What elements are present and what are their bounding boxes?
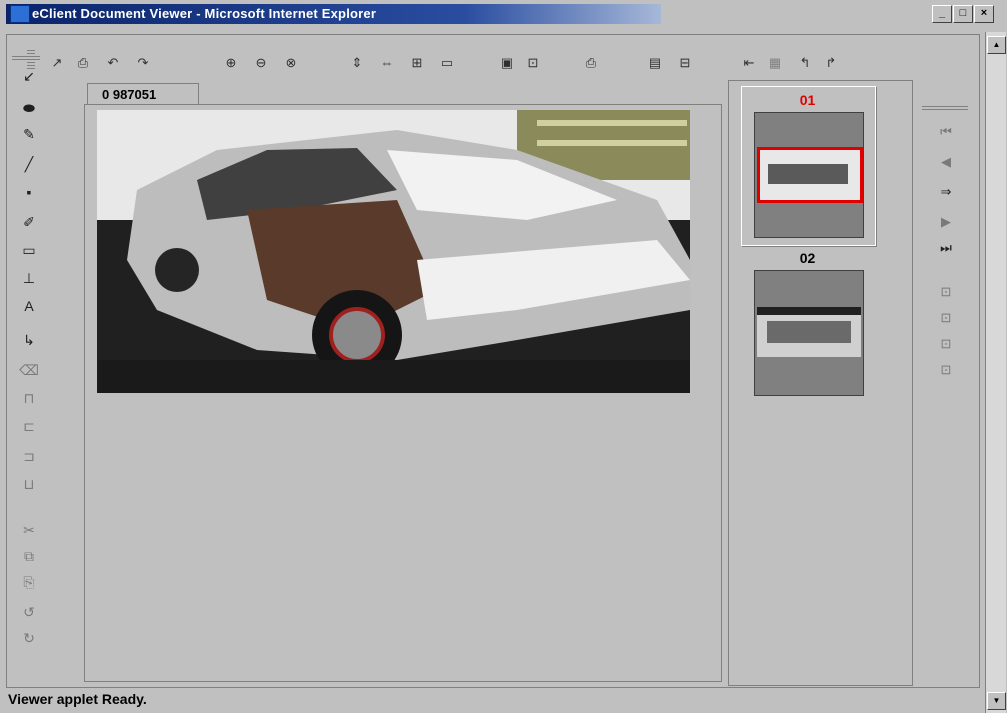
paste-frame-icon[interactable]: ⊐: [18, 446, 40, 466]
annotation-toolbar-grip[interactable]: [12, 54, 40, 60]
first-doc-icon[interactable]: ⊡: [936, 282, 956, 302]
scroll-up-arrow-icon[interactable]: ▲: [987, 36, 1006, 54]
thumbnail-number-01: 01: [799, 92, 816, 108]
arrow-select-icon[interactable]: ↙: [18, 66, 40, 86]
next-page-icon[interactable]: ▶: [936, 212, 956, 232]
zoom-fit-icon[interactable]: ⊗: [279, 53, 303, 73]
thumbnail-car-shape-2: [767, 321, 851, 343]
pointer-move-icon[interactable]: ↳: [18, 330, 40, 350]
ie-logo-icon: [10, 5, 30, 23]
thumbnail-band: [757, 307, 861, 315]
navigation-toolbar-grip[interactable]: [922, 104, 968, 110]
thumbnail-image-02: [757, 307, 861, 357]
highlight-tool-icon[interactable]: ✎: [18, 124, 40, 144]
close-button[interactable]: ×: [974, 5, 994, 23]
status-bar: Viewer applet Ready.: [6, 687, 972, 711]
pen-tool-icon[interactable]: ✐: [18, 212, 40, 232]
zoom-in-icon[interactable]: ⊕: [219, 53, 243, 73]
save-icon[interactable]: ▦: [763, 53, 787, 73]
fit-height-icon[interactable]: ⇕: [345, 53, 369, 73]
eraser-icon[interactable]: ⌫: [18, 360, 40, 380]
open-icon[interactable]: ⎙: [71, 53, 95, 73]
first-page-icon[interactable]: ⏮: [936, 122, 956, 142]
rotate-left-icon[interactable]: ↰: [793, 53, 817, 73]
stamp-tool-icon[interactable]: ⊥: [18, 268, 40, 288]
undo-icon[interactable]: ↶: [101, 53, 125, 73]
zoom-out-icon[interactable]: ⊖: [249, 53, 273, 73]
car-photo: [97, 110, 690, 393]
previous-page-icon[interactable]: ◀: [936, 152, 956, 172]
goto-page-icon[interactable]: ⇒: [936, 182, 956, 202]
toolbox-icon[interactable]: ⊟: [673, 53, 697, 73]
redo-icon[interactable]: ↷: [131, 53, 155, 73]
rotate-right-icon[interactable]: ↱: [819, 53, 843, 73]
document-image[interactable]: [97, 110, 690, 393]
document-tab[interactable]: 0 987051: [87, 83, 199, 105]
next-doc-icon[interactable]: ⊡: [936, 334, 956, 354]
minimize-button[interactable]: _: [932, 5, 952, 23]
last-page-icon[interactable]: ⏭: [936, 238, 956, 258]
fit-width-icon[interactable]: ⇔: [375, 53, 399, 73]
maximize-button[interactable]: □: [953, 5, 973, 23]
thumbnail-page-02[interactable]: [754, 270, 864, 396]
vertical-scrollbar[interactable]: ▲ ▼: [985, 32, 1006, 713]
navigation-toolbar: ⏮ ◀ ⇒ ▶ ⏭ ⊡ ⊡ ⊡ ⊡: [918, 96, 974, 396]
image-icon[interactable]: ▣: [495, 53, 519, 73]
thumbnail-page-01[interactable]: [754, 112, 864, 238]
rotate-ccw-icon[interactable]: ↺: [18, 602, 40, 622]
last-doc-icon[interactable]: ⊡: [936, 360, 956, 380]
text-tool-icon[interactable]: A: [18, 296, 40, 316]
paste-icon[interactable]: ⎘: [18, 572, 40, 592]
group-icon[interactable]: ⊔: [18, 474, 40, 494]
notes-icon[interactable]: ▤: [643, 53, 667, 73]
line-tool-icon[interactable]: ╱: [18, 154, 40, 174]
print-icon[interactable]: ⎙: [579, 53, 603, 73]
scroll-down-arrow-icon[interactable]: ▼: [987, 692, 1006, 710]
single-page-icon[interactable]: ▭: [435, 53, 459, 73]
ellipse-tool-icon[interactable]: ⬬: [18, 98, 40, 118]
copy-icon[interactable]: ⧉: [18, 546, 40, 566]
note-tool-icon[interactable]: ▪: [18, 182, 40, 202]
thumbnail-image-01: [757, 147, 863, 203]
cut-icon[interactable]: ✂: [18, 520, 40, 540]
frame-icon[interactable]: ⊓: [18, 388, 40, 408]
rectangle-tool-icon[interactable]: ▭: [18, 240, 40, 260]
annotation-toolbar: ↙ ⬬ ✎ ╱ ▪ ✐ ▭ ⊥ A ↳ ⌫ ⊓ ⊏ ⊐ ⊔ ✂ ⧉ ⎘ ↺ ↻: [8, 54, 52, 654]
unlock-icon[interactable]: ⊡: [521, 53, 545, 73]
title-bar: eClient Document Viewer - Microsoft Inte…: [0, 0, 1007, 26]
fit-page-icon[interactable]: ⊞: [405, 53, 429, 73]
previous-doc-nav-icon[interactable]: ⊡: [936, 308, 956, 328]
previous-doc-icon[interactable]: ⇤: [737, 53, 761, 73]
window-title: eClient Document Viewer - Microsoft Inte…: [32, 6, 377, 21]
thumbnail-number-02: 02: [799, 250, 816, 266]
copy-frame-icon[interactable]: ⊏: [18, 416, 40, 436]
rotate-cw-icon[interactable]: ↻: [18, 628, 40, 648]
thumbnail-car-shape: [768, 164, 848, 184]
